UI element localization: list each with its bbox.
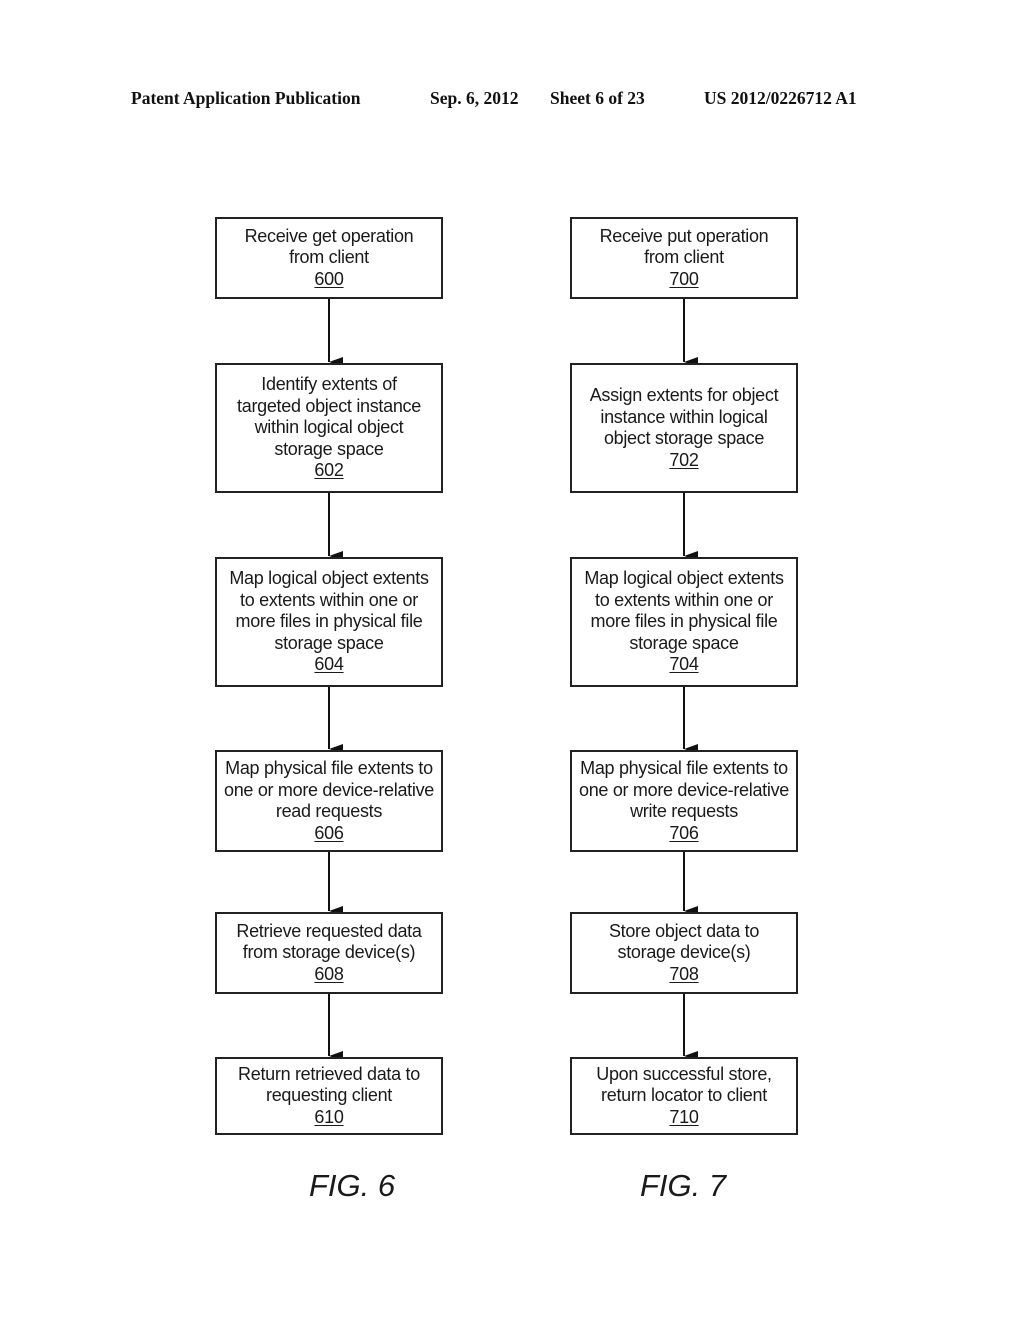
flow-step-706: Map physical file extents to one or more … (570, 750, 798, 852)
step-text-line: more files in physical file (590, 611, 778, 632)
flow-step-702: Assign extents for object instance within… (570, 363, 798, 493)
step-text-line: to extents within one or (240, 589, 418, 610)
step-reference-number: 702 (669, 449, 699, 470)
step-text-line: instance within logical (600, 406, 768, 427)
step-text-line: Map logical object extents (229, 568, 429, 589)
step-reference-number: 700 (669, 268, 699, 289)
step-text-line: targeted object instance (237, 395, 421, 416)
step-text-line: Retrieve requested data (236, 920, 422, 941)
flow-step-602: Identify extents of targeted object insta… (215, 363, 443, 493)
step-text-line: from client (644, 247, 724, 268)
flow-step-704: Map logical object extents to extents wit… (570, 557, 798, 687)
flow-step-610: Return retrieved data to requesting clien… (215, 1057, 443, 1135)
step-text-line: to extents within one or (595, 589, 773, 610)
step-text-line: storage space (629, 632, 739, 653)
step-text-line: storage space (274, 438, 384, 459)
flow-step-600: Receive get operation from client 600 (215, 217, 443, 299)
step-text-line: Map physical file extents to (225, 758, 433, 778)
flow-arrows (328, 299, 698, 1061)
step-text-line: Return retrieved data to (238, 1063, 420, 1084)
step-reference-number: 600 (314, 268, 344, 289)
step-text-line: one or more device-relative (223, 779, 434, 800)
step-text-line: Store object data to (608, 920, 760, 941)
step-text-line: Map physical file extents to (580, 758, 788, 778)
step-text-line: from storage device(s) (242, 942, 416, 963)
flow-step-604: Map logical object extents to extents wit… (215, 557, 443, 687)
step-reference-number: 708 (669, 963, 699, 984)
step-reference-number: 704 (669, 654, 699, 675)
step-text-line: write requests (630, 801, 738, 821)
figure-caption-fig7: FIG. 7 (640, 1168, 727, 1203)
step-text-line: more files in physical file (235, 611, 423, 632)
flow-step-606: Map physical file extents to one or more … (215, 750, 443, 852)
step-text-line: Upon successful store, (596, 1063, 772, 1084)
step-reference-number: 602 (314, 460, 344, 481)
step-text-line: storage device(s) (617, 942, 751, 963)
step-reference-number: 608 (314, 963, 344, 984)
step-text-line: from client (289, 247, 369, 268)
step-reference-number: 710 (669, 1106, 699, 1127)
step-text-line: Receive put operation (599, 225, 769, 246)
step-text-line: storage space (274, 632, 384, 653)
flow-step-710: Upon successful store, return locator to … (570, 1057, 798, 1135)
step-text-line: Identify extents of (261, 374, 397, 395)
step-text-line: Map logical object extents (584, 568, 784, 589)
step-reference-number: 606 (314, 822, 344, 843)
figure-caption-fig6: FIG. 6 (309, 1168, 396, 1203)
flow-step-700: Receive put operation from client 700 (570, 217, 798, 299)
step-reference-number: 604 (314, 654, 344, 675)
flow-step-708: Store object data to storage device(s) 708 (570, 912, 798, 994)
step-text-line: requesting client (266, 1085, 392, 1106)
step-reference-number: 706 (669, 822, 699, 843)
step-text-line: Assign extents for object (589, 385, 779, 405)
step-text-line: return locator to client (601, 1085, 767, 1106)
step-text-line: object storage space (603, 428, 765, 448)
step-text-line: within logical object (254, 417, 404, 438)
step-text-line: read requests (275, 801, 383, 821)
flow-step-608: Retrieve requested data from storage devi… (215, 912, 443, 994)
step-text-line: Receive get operation (244, 225, 414, 246)
step-text-line: one or more device-relative (578, 779, 789, 800)
step-reference-number: 610 (314, 1106, 344, 1127)
